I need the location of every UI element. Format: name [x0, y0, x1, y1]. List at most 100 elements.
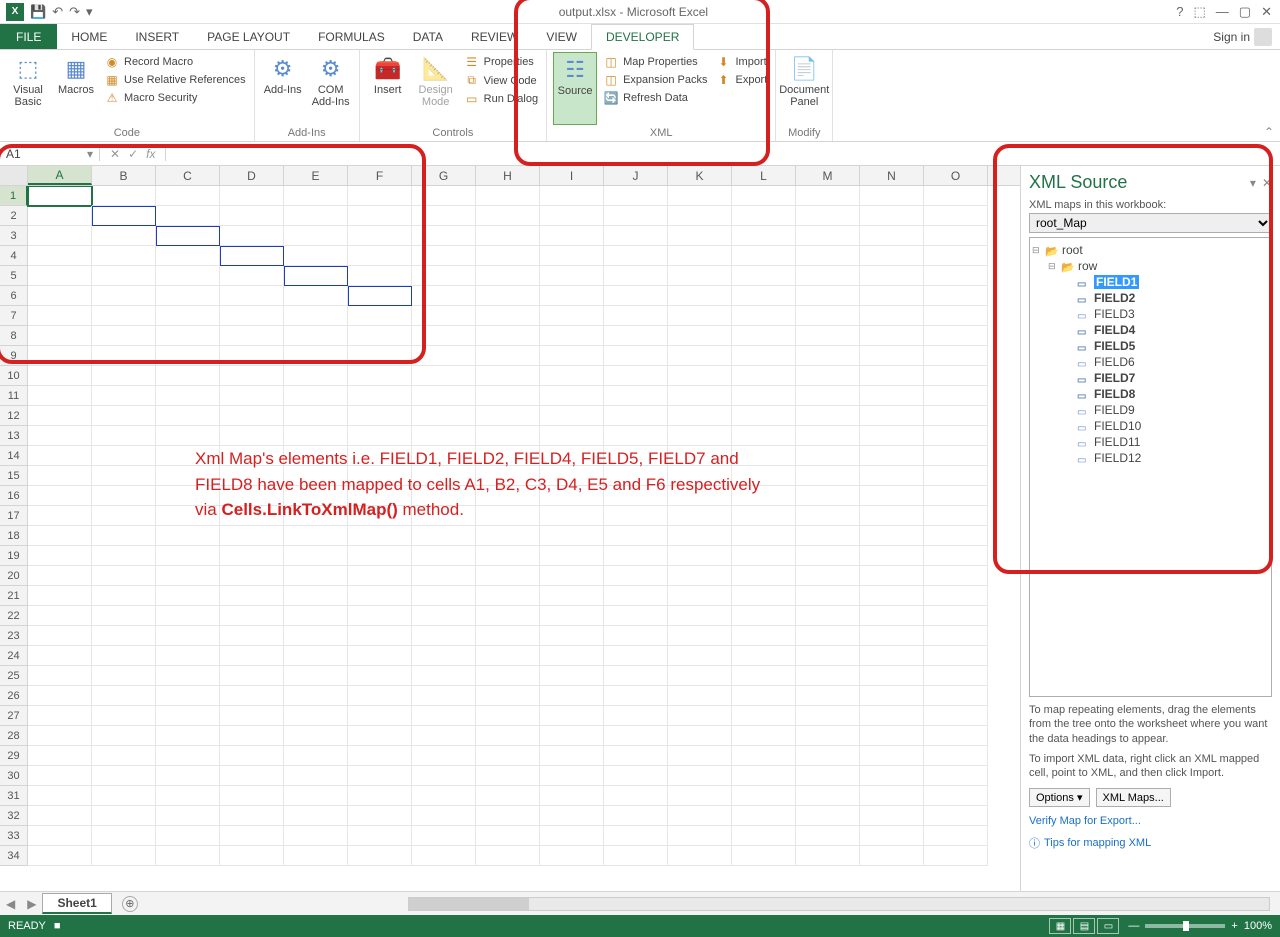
- cell-D9[interactable]: [220, 346, 284, 366]
- cell-C27[interactable]: [156, 706, 220, 726]
- cell-L8[interactable]: [732, 326, 796, 346]
- cell-M1[interactable]: [796, 186, 860, 206]
- cell-G29[interactable]: [412, 746, 476, 766]
- cell-H6[interactable]: [476, 286, 540, 306]
- tree-field-FIELD10[interactable]: FIELD10: [1064, 418, 1269, 434]
- cell-C23[interactable]: [156, 626, 220, 646]
- cell-L34[interactable]: [732, 846, 796, 866]
- cell-D33[interactable]: [220, 826, 284, 846]
- cell-E22[interactable]: [284, 606, 348, 626]
- cell-K17[interactable]: [668, 506, 732, 526]
- cell-D14[interactable]: [220, 446, 284, 466]
- cell-B6[interactable]: [92, 286, 156, 306]
- cell-F3[interactable]: [348, 226, 412, 246]
- cell-M3[interactable]: [796, 226, 860, 246]
- cell-E11[interactable]: [284, 386, 348, 406]
- cell-D2[interactable]: [220, 206, 284, 226]
- cell-C29[interactable]: [156, 746, 220, 766]
- cell-G4[interactable]: [412, 246, 476, 266]
- undo-icon[interactable]: ↶: [52, 4, 63, 20]
- cell-E18[interactable]: [284, 526, 348, 546]
- cell-J14[interactable]: [604, 446, 668, 466]
- cell-C32[interactable]: [156, 806, 220, 826]
- cell-M20[interactable]: [796, 566, 860, 586]
- cell-L21[interactable]: [732, 586, 796, 606]
- cell-G15[interactable]: [412, 466, 476, 486]
- row-header-22[interactable]: 22: [0, 606, 28, 626]
- cell-N33[interactable]: [860, 826, 924, 846]
- cell-F6[interactable]: [348, 286, 412, 306]
- cell-A6[interactable]: [28, 286, 92, 306]
- cell-K3[interactable]: [668, 226, 732, 246]
- row-header-20[interactable]: 20: [0, 566, 28, 586]
- cell-I34[interactable]: [540, 846, 604, 866]
- cell-K29[interactable]: [668, 746, 732, 766]
- cell-O8[interactable]: [924, 326, 988, 346]
- cell-L28[interactable]: [732, 726, 796, 746]
- cell-K23[interactable]: [668, 626, 732, 646]
- cell-K33[interactable]: [668, 826, 732, 846]
- cell-O15[interactable]: [924, 466, 988, 486]
- cell-C1[interactable]: [156, 186, 220, 206]
- cell-D32[interactable]: [220, 806, 284, 826]
- cell-O7[interactable]: [924, 306, 988, 326]
- cell-O23[interactable]: [924, 626, 988, 646]
- cell-K30[interactable]: [668, 766, 732, 786]
- cell-N18[interactable]: [860, 526, 924, 546]
- cell-E32[interactable]: [284, 806, 348, 826]
- cell-I25[interactable]: [540, 666, 604, 686]
- cell-O28[interactable]: [924, 726, 988, 746]
- cell-J11[interactable]: [604, 386, 668, 406]
- cell-C15[interactable]: [156, 466, 220, 486]
- cell-A29[interactable]: [28, 746, 92, 766]
- cell-H5[interactable]: [476, 266, 540, 286]
- cell-H32[interactable]: [476, 806, 540, 826]
- cell-B29[interactable]: [92, 746, 156, 766]
- cell-I5[interactable]: [540, 266, 604, 286]
- cell-B10[interactable]: [92, 366, 156, 386]
- cell-B31[interactable]: [92, 786, 156, 806]
- cell-N16[interactable]: [860, 486, 924, 506]
- cell-M31[interactable]: [796, 786, 860, 806]
- cell-C24[interactable]: [156, 646, 220, 666]
- cell-G13[interactable]: [412, 426, 476, 446]
- cell-J16[interactable]: [604, 486, 668, 506]
- qat-more-icon[interactable]: ▾: [86, 4, 93, 20]
- cell-L22[interactable]: [732, 606, 796, 626]
- cell-D30[interactable]: [220, 766, 284, 786]
- tab-file[interactable]: FILE: [0, 24, 57, 49]
- tree-field-FIELD11[interactable]: FIELD11: [1064, 434, 1269, 450]
- zoom-level[interactable]: 100%: [1244, 920, 1272, 932]
- cell-J26[interactable]: [604, 686, 668, 706]
- cell-M12[interactable]: [796, 406, 860, 426]
- cell-H26[interactable]: [476, 686, 540, 706]
- cell-A19[interactable]: [28, 546, 92, 566]
- cell-B15[interactable]: [92, 466, 156, 486]
- cell-J34[interactable]: [604, 846, 668, 866]
- sheet-nav-next-icon[interactable]: ▶: [21, 897, 42, 911]
- row-header-27[interactable]: 27: [0, 706, 28, 726]
- cell-A26[interactable]: [28, 686, 92, 706]
- cell-H8[interactable]: [476, 326, 540, 346]
- cell-N14[interactable]: [860, 446, 924, 466]
- cell-O32[interactable]: [924, 806, 988, 826]
- cell-D25[interactable]: [220, 666, 284, 686]
- cell-E6[interactable]: [284, 286, 348, 306]
- cell-M21[interactable]: [796, 586, 860, 606]
- cell-A32[interactable]: [28, 806, 92, 826]
- cell-D18[interactable]: [220, 526, 284, 546]
- cell-A25[interactable]: [28, 666, 92, 686]
- cell-B14[interactable]: [92, 446, 156, 466]
- cell-B3[interactable]: [92, 226, 156, 246]
- cell-G25[interactable]: [412, 666, 476, 686]
- row-header-5[interactable]: 5: [0, 266, 28, 286]
- cell-B20[interactable]: [92, 566, 156, 586]
- cell-F30[interactable]: [348, 766, 412, 786]
- cell-E2[interactable]: [284, 206, 348, 226]
- cell-E8[interactable]: [284, 326, 348, 346]
- row-header-19[interactable]: 19: [0, 546, 28, 566]
- cell-I13[interactable]: [540, 426, 604, 446]
- map-properties-button[interactable]: ◫Map Properties: [601, 54, 709, 70]
- cell-I16[interactable]: [540, 486, 604, 506]
- cell-L7[interactable]: [732, 306, 796, 326]
